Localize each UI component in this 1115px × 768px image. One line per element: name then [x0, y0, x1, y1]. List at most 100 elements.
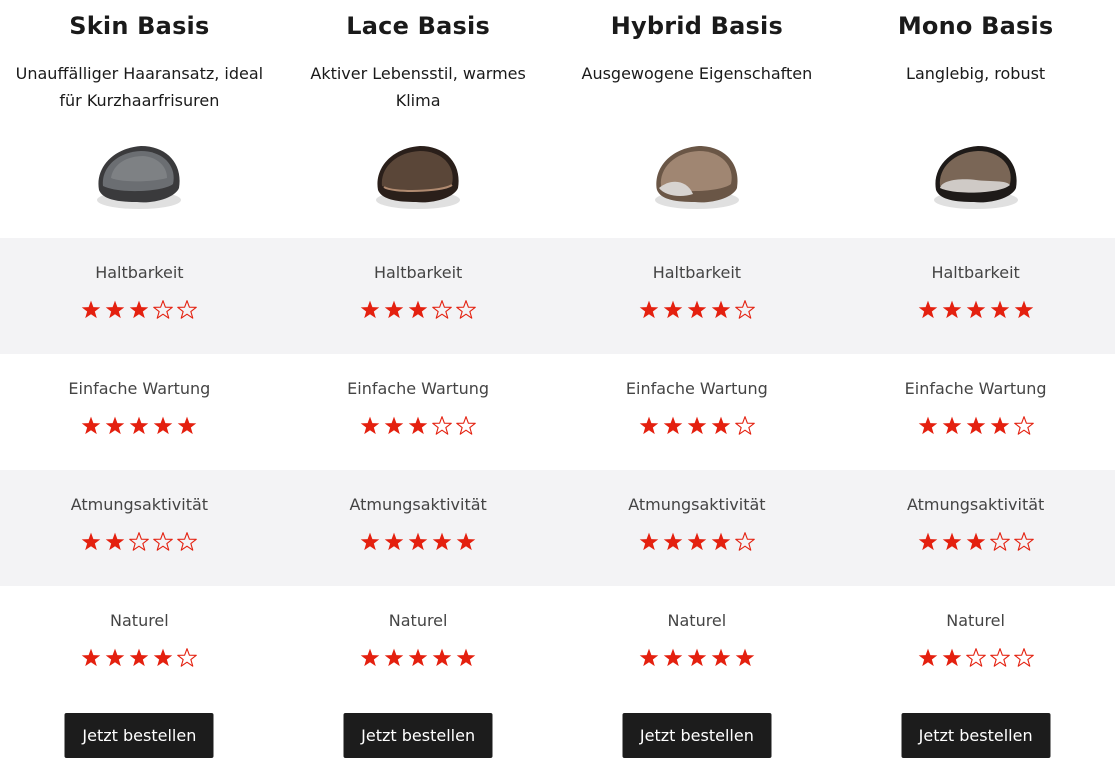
rating-label: Haltbarkeit — [931, 263, 1020, 282]
rating-cell: Einfache Wartung — [279, 354, 558, 470]
star-filled-icon — [360, 416, 380, 435]
product-column-lace: Lace Basis Aktiver Lebensstil, warmes Kl… — [279, 0, 558, 238]
rating-label: Naturel — [946, 611, 1005, 630]
hairpiece-image — [97, 146, 182, 209]
star-filled-icon — [178, 416, 197, 435]
star-filled-icon — [154, 416, 173, 435]
rating-cell: Atmungsaktivität — [278, 470, 558, 586]
rating-row-wartung: Einfache Wartung Einfache Wartung Einfac… — [0, 354, 1115, 470]
rating-cell: Naturel Jetzt bestellen — [836, 586, 1115, 768]
rating-cell: Haltbarkeit — [836, 238, 1115, 354]
star-filled-icon — [918, 416, 937, 435]
star-empty-icon — [1013, 416, 1034, 435]
star-empty-icon — [456, 300, 476, 319]
product-title: Skin Basis — [69, 12, 210, 40]
star-rating — [917, 647, 1035, 669]
star-filled-icon — [663, 300, 683, 319]
star-rating — [638, 299, 756, 321]
star-empty-icon — [432, 416, 452, 435]
rating-label: Haltbarkeit — [652, 263, 742, 282]
order-button-lace[interactable]: Jetzt bestellen — [343, 713, 493, 758]
rating-cell: Naturel Jetzt bestellen — [558, 586, 837, 768]
star-empty-icon — [177, 532, 198, 551]
rating-label: Einfache Wartung — [904, 379, 1047, 398]
star-filled-icon — [106, 648, 125, 667]
rating-cell: Haltbarkeit — [278, 238, 558, 354]
star-rating — [917, 531, 1035, 553]
star-filled-icon — [106, 416, 125, 435]
star-filled-icon — [990, 300, 1009, 319]
rating-label: Atmungsaktivität — [906, 495, 1045, 514]
star-filled-icon — [432, 648, 452, 667]
star-rating — [917, 299, 1035, 321]
star-filled-icon — [918, 300, 937, 319]
rating-label: Einfache Wartung — [68, 379, 211, 398]
star-empty-icon — [456, 416, 476, 435]
star-filled-icon — [82, 648, 101, 667]
star-filled-icon — [687, 532, 707, 551]
star-filled-icon — [639, 648, 659, 667]
star-filled-icon — [687, 300, 707, 319]
star-filled-icon — [942, 416, 961, 435]
star-filled-icon — [130, 300, 149, 319]
star-filled-icon — [130, 416, 149, 435]
star-filled-icon — [942, 532, 961, 551]
star-rating — [80, 299, 198, 321]
rating-cell: Einfache Wartung — [0, 354, 279, 470]
product-comparison: Skin Basis Unauffälliger Haaransatz, ide… — [0, 0, 1115, 768]
star-filled-icon — [687, 416, 707, 435]
rating-label: Naturel — [388, 611, 448, 630]
star-empty-icon — [153, 300, 174, 319]
star-filled-icon — [711, 532, 731, 551]
rating-label: Naturel — [110, 611, 169, 630]
star-rating — [917, 415, 1035, 437]
rating-row-atmungsaktivitaet: Atmungsaktivität Atmungsaktivität Atmung… — [0, 470, 1115, 586]
star-rating — [359, 531, 477, 553]
hairpiece-image — [376, 146, 461, 209]
star-filled-icon — [456, 532, 476, 551]
star-filled-icon — [360, 532, 380, 551]
star-filled-icon — [456, 648, 476, 667]
product-title: Lace Basis — [346, 12, 490, 40]
star-rating — [359, 299, 477, 321]
rating-cell: Haltbarkeit — [557, 238, 837, 354]
star-filled-icon — [966, 300, 985, 319]
star-empty-icon — [735, 532, 755, 551]
rating-label: Einfache Wartung — [347, 379, 490, 398]
star-empty-icon — [1013, 532, 1034, 551]
star-empty-icon — [735, 416, 755, 435]
star-filled-icon — [942, 300, 961, 319]
star-rating — [80, 647, 198, 669]
order-button-hybrid[interactable]: Jetzt bestellen — [622, 713, 772, 758]
star-rating — [80, 415, 198, 437]
star-empty-icon — [177, 300, 198, 319]
star-filled-icon — [966, 416, 985, 435]
product-description: Unauffälliger Haaransatz, ideal für Kurz… — [15, 64, 264, 110]
product-description: Langlebig, robust — [906, 64, 1046, 83]
rating-cell: Naturel Jetzt bestellen — [279, 586, 558, 768]
star-filled-icon — [82, 416, 101, 435]
star-filled-icon — [106, 532, 125, 551]
star-empty-icon — [153, 532, 174, 551]
product-description: Aktiver Lebensstil, warmes Klima — [310, 64, 526, 110]
rating-label: Einfache Wartung — [625, 379, 768, 398]
star-filled-icon — [639, 416, 659, 435]
product-header-row: Skin Basis Unauffälliger Haaransatz, ide… — [0, 0, 1115, 238]
order-button-skin[interactable]: Jetzt bestellen — [64, 713, 214, 758]
star-filled-icon — [663, 648, 683, 667]
star-empty-icon — [1013, 648, 1034, 667]
star-filled-icon — [130, 648, 149, 667]
star-filled-icon — [639, 532, 659, 551]
star-filled-icon — [154, 648, 173, 667]
order-button-mono[interactable]: Jetzt bestellen — [901, 713, 1051, 758]
star-filled-icon — [408, 300, 428, 319]
star-filled-icon — [384, 532, 404, 551]
product-title: Hybrid Basis — [610, 12, 783, 40]
star-empty-icon — [965, 648, 986, 667]
rating-cell: Haltbarkeit — [0, 238, 279, 354]
star-filled-icon — [106, 300, 125, 319]
star-rating — [638, 531, 756, 553]
star-filled-icon — [384, 300, 404, 319]
star-filled-icon — [408, 648, 428, 667]
star-filled-icon — [1014, 300, 1033, 319]
